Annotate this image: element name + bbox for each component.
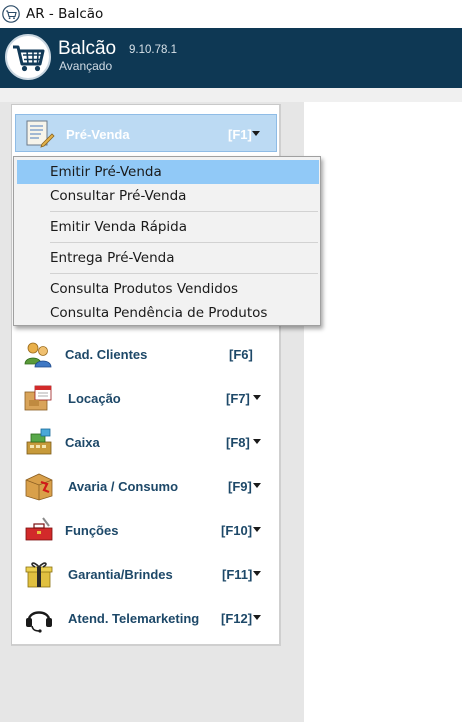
pre-venda-submenu: Emitir Pré-Venda Consultar Pré-Venda Emi…: [13, 156, 321, 326]
app-version: 9.10.78.1: [129, 44, 177, 56]
sidebar-item-caixa[interactable]: Caixa [F8]: [15, 423, 277, 461]
chevron-down-icon: [252, 131, 260, 136]
chevron-down-icon: [253, 439, 261, 444]
clients-icon: [24, 342, 52, 368]
app-header: Balcão 9.10.78.1 Avançado: [0, 28, 462, 88]
sidebar-item-shortcut: [F11]: [222, 567, 253, 582]
sidebar-item-shortcut: [F12]: [221, 611, 253, 626]
submenu-separator: [50, 211, 318, 212]
sidebar-item-garantia-brindes[interactable]: Garantia/Brindes [F11]: [15, 555, 277, 593]
shopping-cart-icon: [2, 5, 20, 23]
submenu-separator: [50, 273, 318, 274]
app-name: Balcão: [58, 38, 117, 59]
sidebar-item-avaria-consumo[interactable]: Avaria / Consumo [F9]: [15, 467, 277, 505]
submenu-item-consulta-produtos-vendidos[interactable]: Consulta Produtos Vendidos: [17, 277, 319, 301]
sidebar-item-shortcut: [F8]: [226, 435, 250, 450]
sidebar-item-label: Funções: [65, 523, 119, 538]
sidebar-item-shortcut: [F10]: [221, 523, 253, 538]
window-title: AR - Balcão: [26, 6, 104, 22]
submenu-item-entrega-pre-venda[interactable]: Entrega Pré-Venda: [17, 246, 319, 270]
headset-icon: [26, 611, 52, 633]
sidebar-item-label: Locação: [68, 391, 121, 406]
app-mode: Avançado: [59, 59, 113, 73]
submenu-item-consultar-pre-venda[interactable]: Consultar Pré-Venda: [17, 184, 319, 208]
chevron-down-icon: [253, 483, 261, 488]
chevron-down-icon: [253, 615, 261, 620]
toolbox-icon: [25, 517, 53, 541]
submenu-item-consulta-pendencia-produtos[interactable]: Consulta Pendência de Produtos: [17, 301, 319, 325]
chevron-down-icon: [253, 527, 261, 532]
sidebar-item-label: Caixa: [65, 435, 100, 450]
chevron-down-icon: [253, 395, 261, 400]
sidebar-item-locacao[interactable]: Locação [F7]: [15, 379, 277, 417]
rental-calendar-icon: [24, 385, 52, 411]
chevron-down-icon: [253, 571, 261, 576]
workspace-area: [304, 102, 462, 722]
sidebar-item-cad-clientes[interactable]: Cad. Clientes [F6]: [15, 335, 277, 373]
app-logo: [5, 34, 51, 80]
sidebar-item-label: Pré-Venda: [66, 127, 130, 142]
sidebar-item-shortcut: [F6]: [229, 347, 253, 362]
submenu-item-emitir-venda-rapida[interactable]: Emitir Venda Rápida: [17, 215, 319, 239]
damage-box-icon: [25, 473, 53, 501]
cash-register-icon: [26, 428, 52, 455]
gift-box-icon: [25, 562, 53, 588]
sidebar-item-funcoes[interactable]: Funções [F10]: [15, 511, 277, 549]
sidebar-item-label: Cad. Clientes: [65, 347, 148, 362]
sidebar-item-label: Garantia/Brindes: [68, 567, 173, 582]
pre-sale-form-icon: [26, 120, 55, 148]
sidebar-item-atend-telemarketing[interactable]: Atend. Telemarketing [F12]: [15, 599, 277, 637]
sidebar-item-shortcut: [F7]: [226, 391, 250, 406]
sidebar-item-shortcut: [F1]: [228, 127, 252, 142]
submenu-separator: [50, 242, 318, 243]
sidebar-item-shortcut: [F9]: [228, 479, 252, 494]
sidebar-item-pre-venda[interactable]: Pré-Venda [F1]: [15, 114, 277, 152]
submenu-item-emitir-pre-venda[interactable]: Emitir Pré-Venda: [17, 160, 319, 184]
sidebar-item-label: Atend. Telemarketing: [68, 611, 200, 626]
window-titlebar: AR - Balcão: [0, 0, 462, 28]
sidebar-item-label: Avaria / Consumo: [68, 479, 179, 494]
shopping-cart-icon: [13, 45, 45, 72]
